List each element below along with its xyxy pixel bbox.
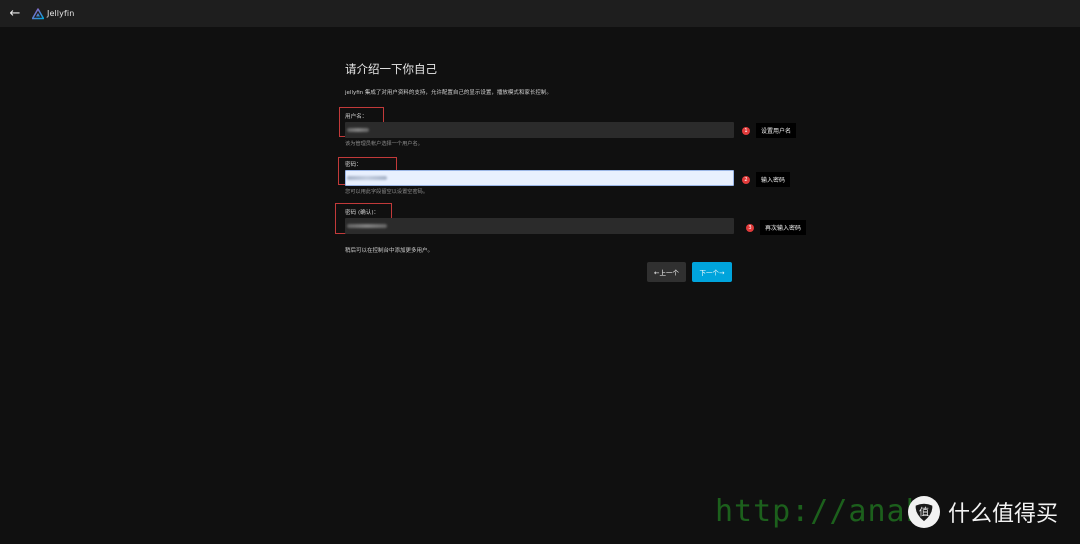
- previous-button[interactable]: ←上一个: [647, 262, 686, 282]
- username-blurred-value: [347, 128, 369, 132]
- page-title: 请介绍一下你自己: [345, 62, 437, 76]
- password-blurred-value: [347, 176, 387, 180]
- password-label: 密码：: [345, 162, 362, 168]
- back-button[interactable]: ←: [2, 0, 28, 27]
- confirm-password-label: 密码 (确认)：: [345, 210, 380, 216]
- svg-text:值: 值: [919, 506, 929, 519]
- annotation-number: 3: [746, 223, 754, 232]
- annotation-number: 2: [742, 175, 750, 184]
- confirm-password-input[interactable]: [345, 218, 734, 234]
- username-input[interactable]: [345, 122, 734, 138]
- top-app-bar: ← Jellyfin: [0, 0, 1080, 27]
- annotation-label: 再次输入密码: [760, 220, 807, 235]
- app-name: Jellyfin: [47, 9, 75, 18]
- arrow-left-icon: ←: [9, 6, 21, 21]
- annotation-label: 输入密码: [756, 172, 791, 187]
- jellyfin-logo-icon: [32, 7, 44, 19]
- watermark-brand: 值 什么值得买: [908, 496, 1058, 528]
- smzdm-logo-icon: 值: [908, 496, 940, 528]
- annotation-number: 1: [742, 126, 750, 135]
- confirm-password-blurred-value: [347, 224, 387, 228]
- watermark-url: http://anah: [715, 494, 925, 529]
- footnote-text: 稍后可以在控制台中添加更多用户。: [345, 248, 434, 254]
- annotation-1: 1 设置用户名: [742, 123, 797, 138]
- username-hint: 该为管理员帐户选择一个用户名。: [345, 141, 423, 147]
- password-hint: 您可以用此字段留空以设置空密码。: [345, 189, 429, 195]
- password-input[interactable]: [345, 170, 734, 186]
- watermark-brand-text: 什么值得买: [948, 502, 1059, 527]
- annotation-2: 2 输入密码: [742, 172, 791, 187]
- annotation-3: 3 再次输入密码: [746, 220, 807, 235]
- app-logo[interactable]: Jellyfin: [32, 7, 75, 20]
- intro-text: jellyfin 集成了对用户资料的支持，允许配置自己的显示设置，播放模式和家长…: [345, 90, 552, 96]
- annotation-label: 设置用户名: [756, 123, 797, 138]
- username-label: 用户名：: [345, 114, 368, 120]
- next-button[interactable]: 下一个→: [692, 262, 732, 282]
